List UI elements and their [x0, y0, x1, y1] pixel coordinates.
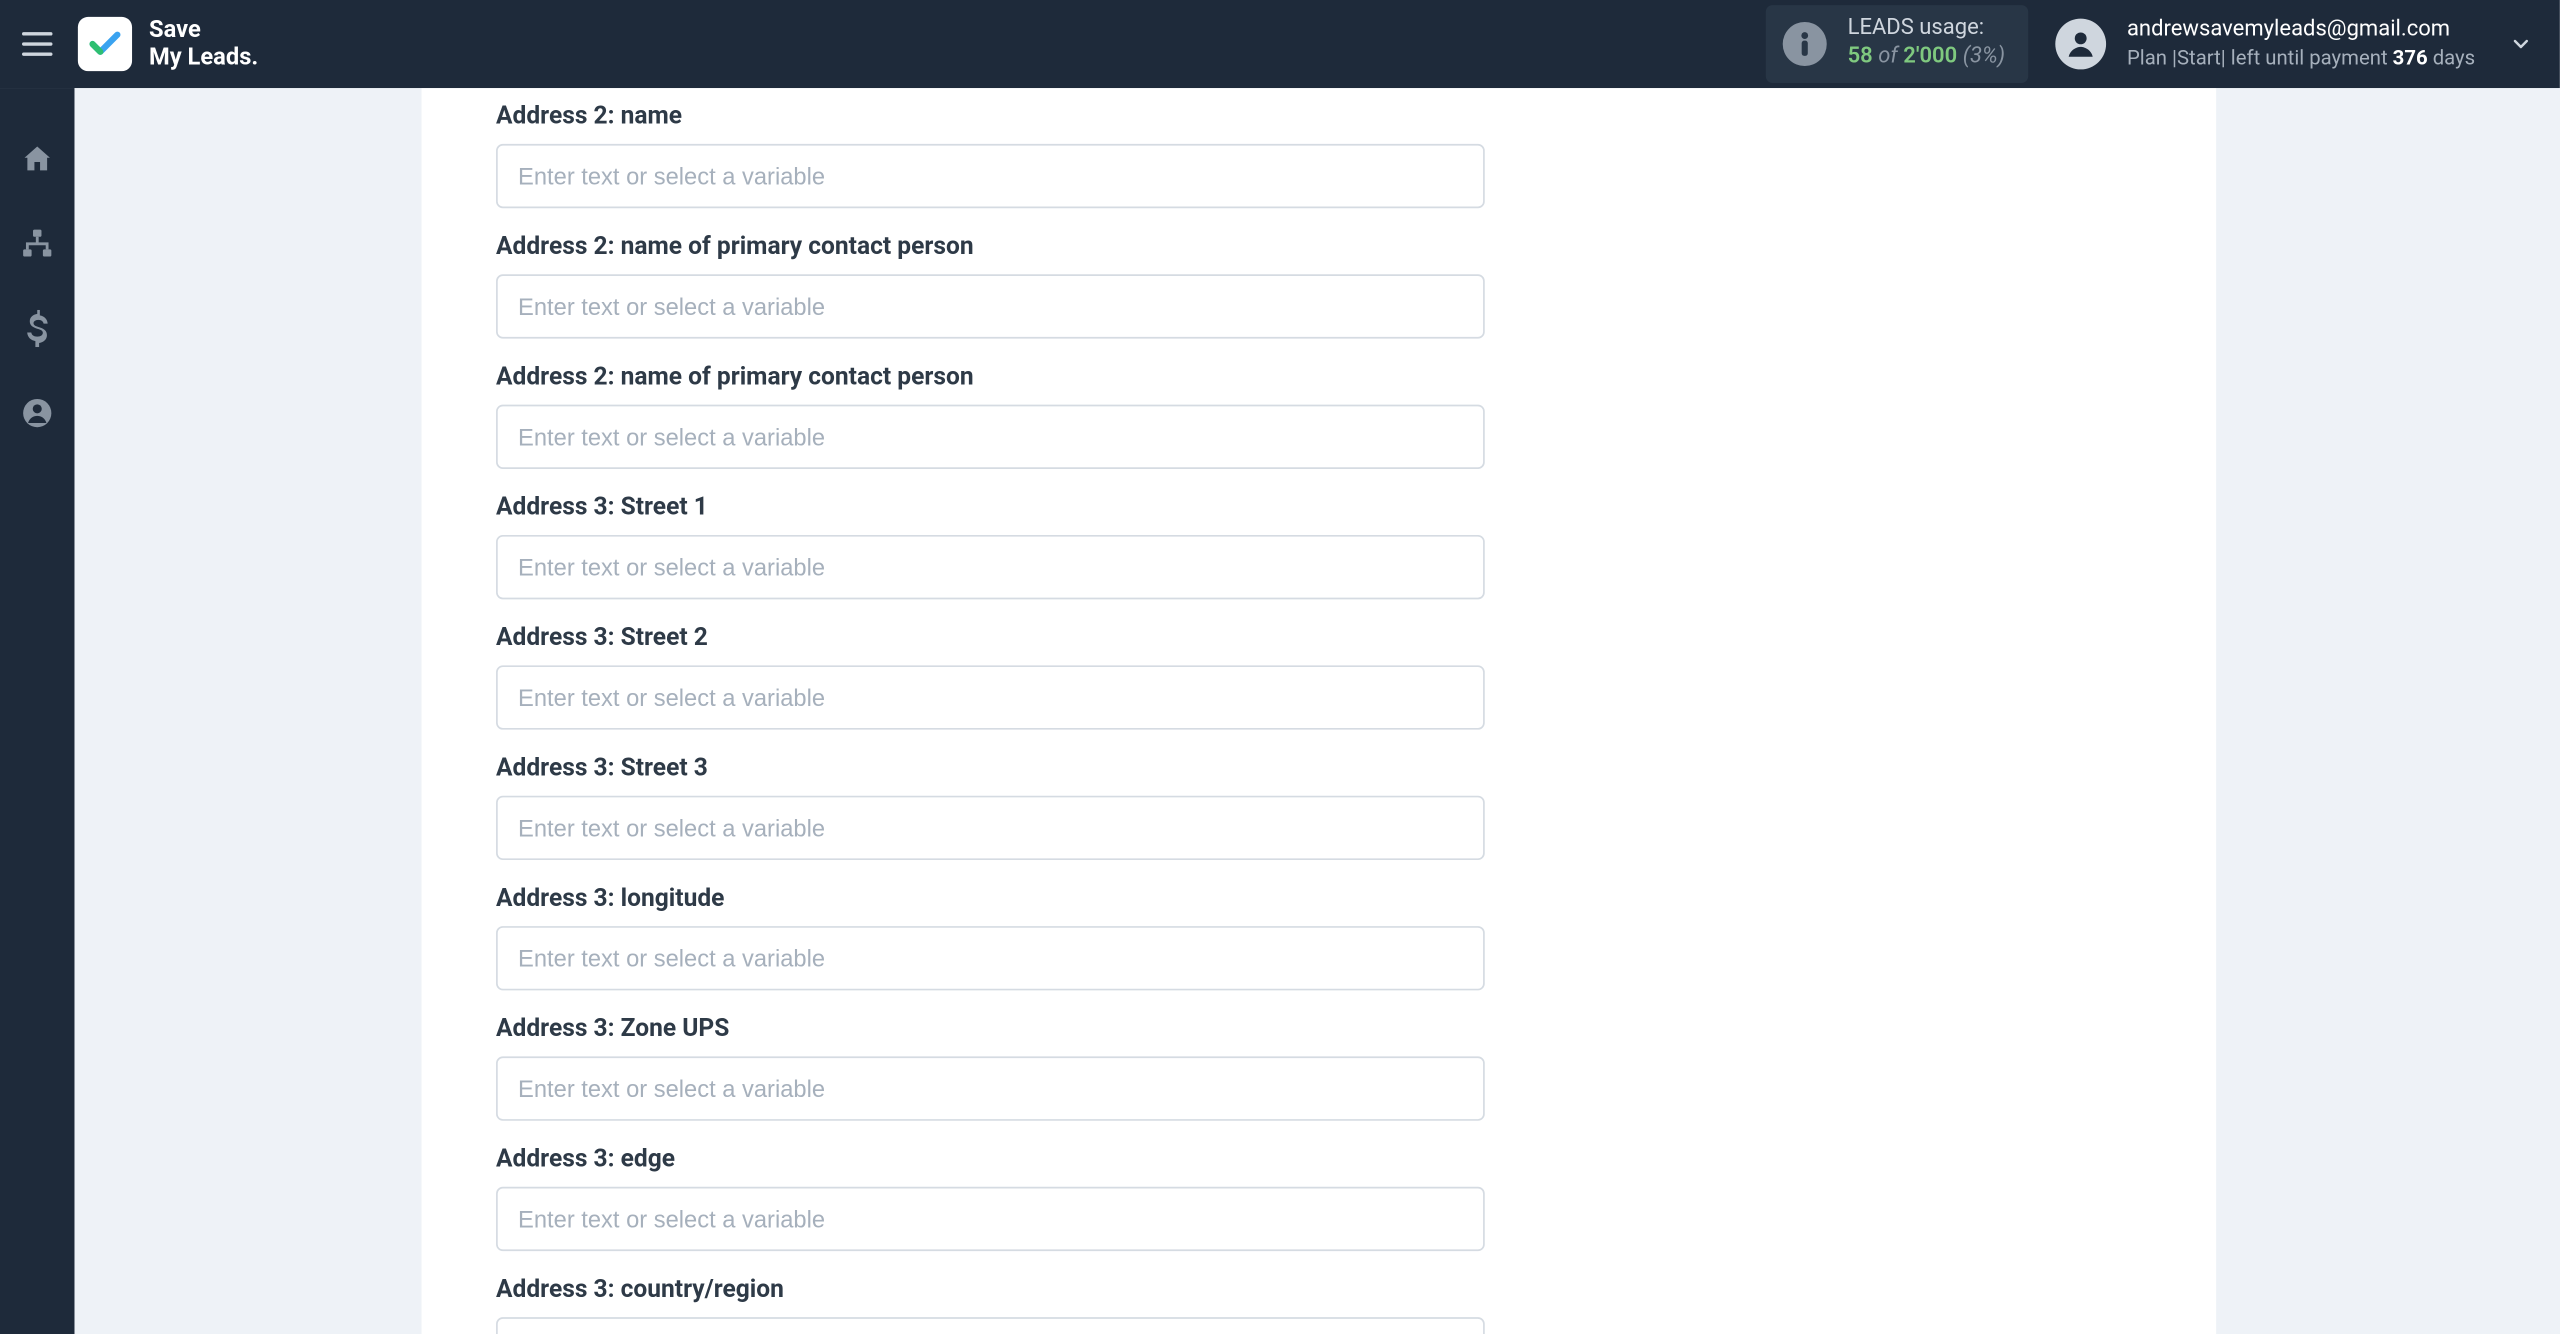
field-label: Address 2: name of primary contact perso…	[496, 362, 2216, 391]
leads-usage-values: 58 of 2'000 (3%)	[1848, 44, 2005, 73]
field-row: Address 3: longitude	[496, 884, 2216, 991]
nav-billing[interactable]	[0, 305, 74, 352]
brand-logo[interactable]: Save My Leads.	[78, 17, 258, 71]
brand-name: Save My Leads.	[149, 17, 258, 71]
field-input[interactable]	[496, 535, 1485, 599]
field-label: Address 3: longitude	[496, 884, 2216, 913]
field-label: Address 3: Street 1	[496, 493, 2216, 522]
avatar-icon	[2056, 19, 2107, 70]
field-input[interactable]	[496, 144, 1485, 208]
field-row: Address 3: Street 1	[496, 493, 2216, 600]
nav-connections[interactable]	[0, 220, 74, 267]
main-content: Address 2: name Address 2: name of primar…	[74, 88, 2559, 1334]
field-row: Address 3: Street 2	[496, 623, 2216, 730]
brand-line2: My Leads.	[149, 44, 258, 71]
field-input[interactable]	[496, 796, 1485, 860]
form-fields: Address 2: name Address 2: name of primar…	[422, 102, 2217, 1334]
field-input[interactable]	[496, 1187, 1485, 1251]
leads-usage-label: LEADS usage:	[1848, 15, 2005, 44]
user-menu[interactable]: andrewsavemyleads@gmail.com Plan |Start|…	[2056, 17, 2533, 72]
leads-usage-text: LEADS usage: 58 of 2'000 (3%)	[1848, 15, 2005, 72]
app-header: Save My Leads. LEADS usage: 58 of 2'000 …	[0, 0, 2560, 88]
leads-percent: (3%)	[1963, 44, 2005, 69]
plan-mid: left until payment	[2226, 45, 2393, 69]
nav-account[interactable]	[0, 389, 74, 436]
menu-toggle-button[interactable]	[0, 0, 74, 88]
field-row: Address 2: name of primary contact perso…	[496, 362, 2216, 469]
hamburger-icon	[22, 32, 52, 56]
sidebar-nav	[0, 88, 74, 1334]
field-row: Address 3: Street 3	[496, 753, 2216, 860]
field-row: Address 3: edge	[496, 1144, 2216, 1251]
plan-days: 376	[2393, 45, 2428, 69]
field-label: Address 2: name of primary contact perso…	[496, 232, 2216, 261]
user-plan: Plan |Start| left until payment 376 days	[2127, 45, 2475, 71]
field-row: Address 2: name of primary contact perso…	[496, 232, 2216, 339]
field-input[interactable]	[496, 1317, 1485, 1334]
leads-used: 58	[1848, 44, 1873, 69]
field-label: Address 3: Zone UPS	[496, 1014, 2216, 1043]
field-row: Address 2: name	[496, 102, 2216, 209]
field-input[interactable]	[496, 665, 1485, 729]
field-input[interactable]	[496, 405, 1485, 469]
brand-line1: Save	[149, 17, 258, 44]
field-input[interactable]	[496, 926, 1485, 990]
form-card: Address 2: name Address 2: name of primar…	[422, 88, 2217, 1334]
leads-total: 2'000	[1903, 44, 1957, 69]
field-label: Address 3: edge	[496, 1144, 2216, 1173]
logo-mark-icon	[78, 17, 132, 71]
field-input[interactable]	[496, 1056, 1485, 1120]
leads-usage-badge: LEADS usage: 58 of 2'000 (3%)	[1766, 5, 2028, 83]
plan-name: |Start|	[2172, 45, 2226, 69]
chevron-down-icon[interactable]	[2509, 32, 2533, 56]
user-info: andrewsavemyleads@gmail.com Plan |Start|…	[2127, 17, 2475, 72]
plan-suffix: days	[2428, 45, 2476, 69]
field-label: Address 3: Street 3	[496, 753, 2216, 782]
field-row: Address 3: Zone UPS	[496, 1014, 2216, 1121]
field-label: Address 2: name	[496, 102, 2216, 131]
leads-of: of	[1878, 44, 1898, 69]
field-input[interactable]	[496, 274, 1485, 338]
field-label: Address 3: country/region	[496, 1275, 2216, 1304]
info-icon	[1783, 22, 1827, 66]
field-label: Address 3: Street 2	[496, 623, 2216, 652]
nav-home[interactable]	[0, 135, 74, 182]
field-row: Address 3: country/region	[496, 1275, 2216, 1334]
user-email: andrewsavemyleads@gmail.com	[2127, 17, 2475, 46]
plan-prefix: Plan	[2127, 45, 2172, 69]
